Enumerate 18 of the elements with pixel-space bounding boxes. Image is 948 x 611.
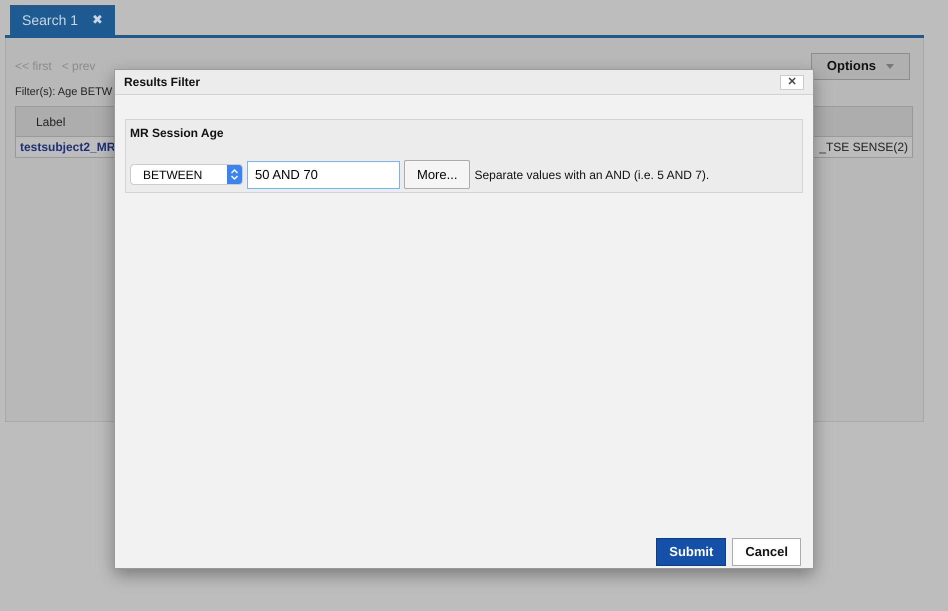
submit-button[interactable]: Submit: [656, 538, 726, 566]
close-icon[interactable]: ✖: [92, 10, 104, 30]
options-button[interactable]: Options: [810, 52, 910, 80]
hint-text: Separate values with an AND (i.e. 5 AND 7).: [474, 166, 710, 184]
field-label: MR Session Age: [130, 125, 225, 142]
value-field[interactable]: 50 AND 70: [247, 160, 400, 188]
search-tab[interactable]: Search 1 ✖: [10, 5, 116, 35]
chevron-icon: [227, 165, 242, 184]
column-header: Label: [35, 114, 66, 130]
filter-summary: Filter(s): Age BETW: [15, 85, 114, 100]
operator-select[interactable]: BETWEEN: [130, 164, 243, 185]
caret-icon: [886, 64, 894, 68]
close-button[interactable]: ✕: [780, 74, 804, 90]
more-button[interactable]: More...: [404, 160, 470, 189]
table-cell-text: _TSE SENSE(2): [819, 139, 909, 156]
cancel-button[interactable]: Cancel: [732, 538, 801, 566]
row-label-link[interactable]: testsubject2_MR: [16, 138, 116, 156]
dialog-title: Results Filter: [124, 74, 200, 91]
